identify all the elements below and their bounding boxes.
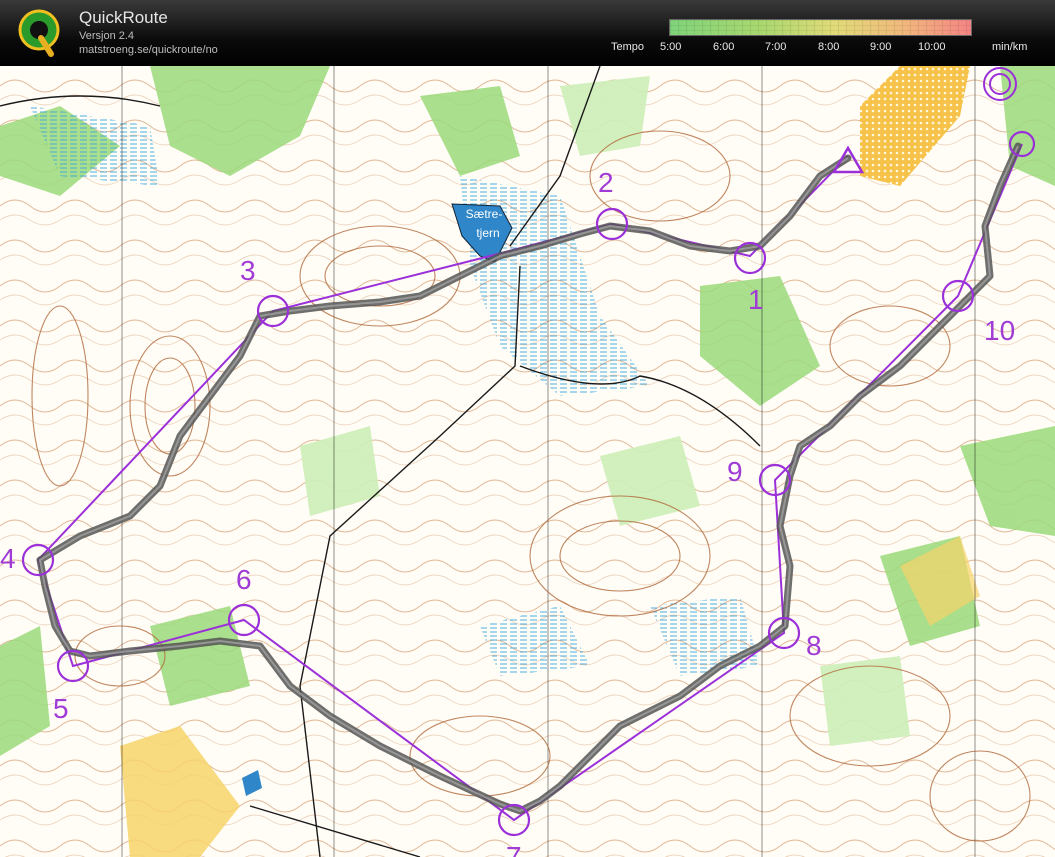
orienteering-map[interactable]: Sætre- tjern 1 2 3 4 5 6 7 8 9 10: [0, 66, 1055, 857]
map-canvas: Sætre- tjern 1 2 3 4 5 6 7 8 9 10: [0, 66, 1055, 857]
tempo-tick: 9:00: [870, 41, 892, 53]
control-number-4: 4: [0, 543, 16, 574]
tempo-tick: 5:00: [660, 41, 682, 53]
control-number-10: 10: [984, 315, 1015, 346]
app-url: matstroeng.se/quickroute/no: [79, 44, 218, 56]
tempo-tick: 6:00: [713, 41, 735, 53]
control-number-7: 7: [506, 841, 522, 857]
tempo-color-scale: [669, 19, 972, 36]
app-header: QuickRoute Versjon 2.4 matstroeng.se/qui…: [0, 0, 1055, 66]
control-number-9: 9: [727, 456, 743, 487]
tempo-tick: 7:00: [765, 41, 787, 53]
tempo-label: Tempo: [611, 41, 645, 53]
lake-label-line2: tjern: [476, 226, 499, 240]
tempo-tick: 10:00: [918, 41, 946, 53]
control-number-3: 3: [240, 255, 256, 286]
control-number-2: 2: [598, 167, 614, 198]
quickroute-logo-icon: [18, 9, 60, 57]
tempo-unit-label: min/km: [992, 41, 1028, 53]
app-version: Versjon 2.4: [79, 30, 135, 42]
app-name: QuickRoute: [79, 8, 168, 27]
control-number-1: 1: [748, 284, 764, 315]
control-number-6: 6: [236, 564, 252, 595]
control-number-5: 5: [53, 693, 69, 724]
tempo-tick: 8:00: [818, 41, 840, 53]
control-number-8: 8: [806, 630, 822, 661]
lake-label-line1: Sætre-: [466, 207, 503, 221]
